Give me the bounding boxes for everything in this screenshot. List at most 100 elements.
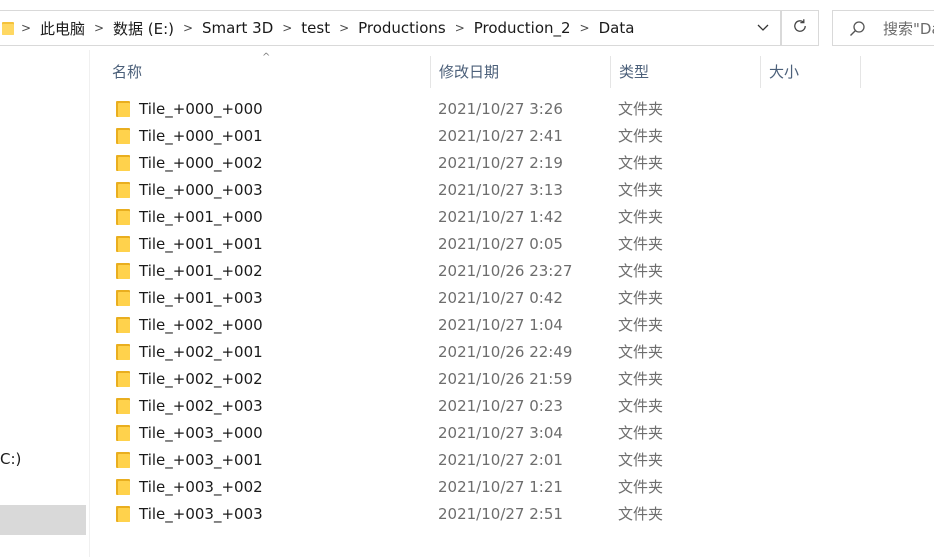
- file-name: Tile_+000_+000: [139, 100, 263, 118]
- breadcrumb-separator[interactable]: >: [450, 21, 470, 35]
- search-icon: [849, 20, 869, 37]
- list-item[interactable]: Tile_+000_+003 2021/10/27 3:13 文件夹: [104, 177, 864, 204]
- file-type: 文件夹: [618, 397, 664, 415]
- file-date: 2021/10/27 3:04: [438, 424, 563, 442]
- list-item[interactable]: Tile_+000_+002 2021/10/27 2:19 文件夹: [104, 150, 864, 177]
- list-item[interactable]: Tile_+001_+003 2021/10/27 0:42 文件夹: [104, 285, 864, 312]
- search-input[interactable]: 搜索"Da: [832, 10, 934, 46]
- folder-icon: [116, 343, 132, 361]
- refresh-button[interactable]: [781, 10, 819, 46]
- column-header-size[interactable]: 大小: [761, 54, 861, 90]
- list-item[interactable]: Tile_+002_+003 2021/10/27 0:23 文件夹: [104, 393, 864, 420]
- column-header-name-label: 名称: [112, 63, 143, 81]
- file-name: Tile_+000_+002: [139, 154, 263, 172]
- list-item[interactable]: Tile_+002_+000 2021/10/27 1:04 文件夹: [104, 312, 864, 339]
- list-item[interactable]: Tile_+001_+002 2021/10/26 23:27 文件夹: [104, 258, 864, 285]
- list-item[interactable]: Tile_+003_+001 2021/10/27 2:01 文件夹: [104, 447, 864, 474]
- file-date: 2021/10/26 21:59: [438, 370, 573, 388]
- column-header-date-label: 修改日期: [439, 63, 500, 81]
- file-type: 文件夹: [618, 262, 664, 280]
- column-header-type-label: 类型: [619, 63, 650, 81]
- nav-item-selected[interactable]: [0, 505, 86, 535]
- file-name: Tile_+002_+003: [139, 397, 263, 415]
- folder-icon: [116, 235, 132, 253]
- file-type: 文件夹: [618, 289, 664, 307]
- file-type: 文件夹: [618, 343, 664, 361]
- file-date: 2021/10/27 2:51: [438, 505, 563, 523]
- list-item[interactable]: Tile_+001_+001 2021/10/27 0:05 文件夹: [104, 231, 864, 258]
- folder-icon: [116, 262, 132, 280]
- breadcrumb-data[interactable]: Data: [595, 19, 639, 37]
- column-headers: ^ 名称 修改日期 类型 大小: [104, 52, 864, 90]
- file-name: Tile_+002_+001: [139, 343, 263, 361]
- list-item[interactable]: Tile_+003_+003 2021/10/27 2:51 文件夹: [104, 501, 864, 528]
- file-date: 2021/10/27 0:42: [438, 289, 563, 307]
- breadcrumb-separator[interactable]: >: [89, 21, 109, 35]
- column-header-type[interactable]: 类型: [611, 54, 761, 90]
- list-item[interactable]: Tile_+003_+002 2021/10/27 1:21 文件夹: [104, 474, 864, 501]
- list-item[interactable]: Tile_+002_+001 2021/10/26 22:49 文件夹: [104, 339, 864, 366]
- folder-icon: [116, 424, 132, 442]
- nav-item-c-drive[interactable]: C:): [0, 450, 21, 468]
- column-divider[interactable]: [860, 56, 861, 88]
- column-header-size-label: 大小: [769, 63, 800, 81]
- folder-icon: [116, 397, 132, 415]
- file-name: Tile_+003_+001: [139, 451, 263, 469]
- file-type: 文件夹: [618, 127, 664, 145]
- list-item[interactable]: Tile_+000_+001 2021/10/27 2:41 文件夹: [104, 123, 864, 150]
- chevron-down-icon[interactable]: [752, 17, 774, 39]
- search-placeholder: 搜索"Da: [883, 19, 934, 38]
- breadcrumb-smart3d[interactable]: Smart 3D: [198, 19, 277, 37]
- file-date: 2021/10/26 23:27: [438, 262, 573, 280]
- file-name: Tile_+000_+001: [139, 127, 263, 145]
- breadcrumb-separator[interactable]: >: [16, 21, 36, 35]
- folder-icon: [116, 478, 132, 496]
- file-type: 文件夹: [618, 154, 664, 172]
- file-type: 文件夹: [618, 424, 664, 442]
- file-date: 2021/10/26 22:49: [438, 343, 573, 361]
- refresh-icon: [792, 18, 808, 38]
- file-type: 文件夹: [618, 505, 664, 523]
- file-type: 文件夹: [618, 208, 664, 226]
- breadcrumb-productions[interactable]: Productions: [354, 19, 450, 37]
- address-bar[interactable]: > 此电脑 > 数据 (E:) > Smart 3D > test > Prod…: [0, 10, 781, 46]
- folder-icon: [116, 451, 132, 469]
- file-date: 2021/10/27 0:23: [438, 397, 563, 415]
- file-date: 2021/10/27 3:13: [438, 181, 563, 199]
- folder-icon: [116, 208, 132, 226]
- file-date: 2021/10/27 2:41: [438, 127, 563, 145]
- breadcrumb-test[interactable]: test: [297, 19, 334, 37]
- file-date: 2021/10/27 2:19: [438, 154, 563, 172]
- file-type: 文件夹: [618, 478, 664, 496]
- file-name: Tile_+001_+002: [139, 262, 263, 280]
- breadcrumb-separator[interactable]: >: [334, 21, 354, 35]
- file-type: 文件夹: [618, 370, 664, 388]
- navigation-pane[interactable]: C:): [0, 50, 90, 557]
- list-item[interactable]: Tile_+001_+000 2021/10/27 1:42 文件夹: [104, 204, 864, 231]
- file-type: 文件夹: [618, 235, 664, 253]
- breadcrumb-production-2[interactable]: Production_2: [470, 19, 575, 37]
- column-header-date[interactable]: 修改日期: [431, 54, 611, 90]
- file-name: Tile_+001_+001: [139, 235, 263, 253]
- breadcrumb-this-pc[interactable]: 此电脑: [36, 18, 89, 39]
- folder-icon: [116, 370, 132, 388]
- file-name: Tile_+002_+002: [139, 370, 263, 388]
- breadcrumb-separator[interactable]: >: [575, 21, 595, 35]
- folder-icon: [2, 19, 16, 37]
- file-type: 文件夹: [618, 451, 664, 469]
- breadcrumb-data-drive[interactable]: 数据 (E:): [109, 18, 178, 39]
- file-date: 2021/10/27 3:26: [438, 100, 563, 118]
- file-name: Tile_+003_+000: [139, 424, 263, 442]
- folder-icon: [116, 154, 132, 172]
- list-item[interactable]: Tile_+003_+000 2021/10/27 3:04 文件夹: [104, 420, 864, 447]
- breadcrumb-separator[interactable]: >: [277, 21, 297, 35]
- folder-icon: [116, 100, 132, 118]
- list-item[interactable]: Tile_+000_+000 2021/10/27 3:26 文件夹: [104, 96, 864, 123]
- file-name: Tile_+003_+002: [139, 478, 263, 496]
- file-type: 文件夹: [618, 181, 664, 199]
- file-list: Tile_+000_+000 2021/10/27 3:26 文件夹 Tile_…: [104, 96, 864, 528]
- breadcrumb-separator[interactable]: >: [178, 21, 198, 35]
- file-date: 2021/10/27 1:42: [438, 208, 563, 226]
- column-header-name[interactable]: ^ 名称: [104, 52, 431, 90]
- list-item[interactable]: Tile_+002_+002 2021/10/26 21:59 文件夹: [104, 366, 864, 393]
